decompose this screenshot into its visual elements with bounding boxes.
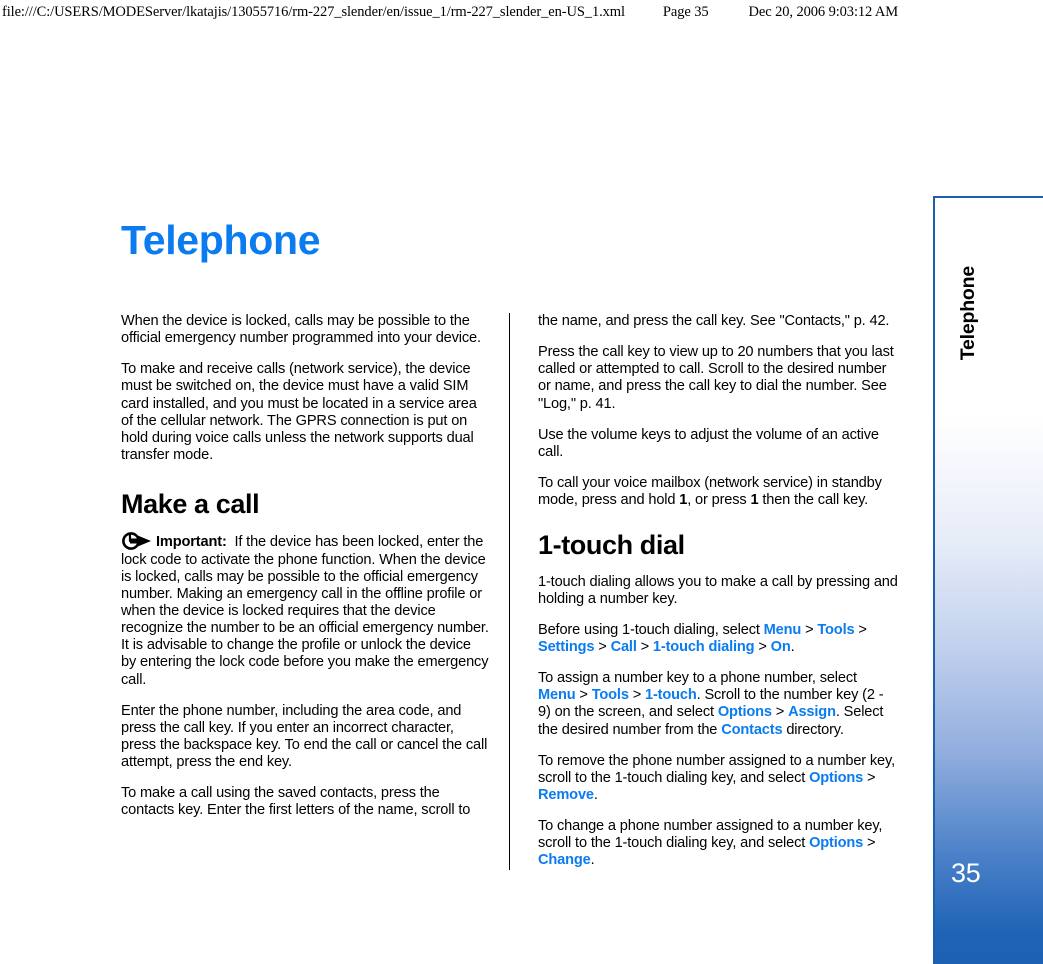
chapter-tab-sidebar: Telephone 35 (933, 196, 1043, 964)
path-separator: > (854, 621, 867, 638)
ui-term-menu: Menu (763, 621, 802, 638)
page-number: 35 (951, 858, 981, 888)
document-page: Telephone When the device is locked, cal… (0, 24, 1043, 964)
before-using-text: Before using 1-touch dialing, select (538, 621, 764, 638)
paragraph-recent-numbers: Press the call key to view up to 20 numb… (538, 344, 894, 412)
ui-term-options: Options (809, 769, 864, 786)
ui-term-assign: Assign (788, 704, 836, 721)
important-body-text: If the device has been locked, enter the… (121, 534, 489, 688)
voice-mailbox-text-c: then the call key. (758, 492, 869, 509)
important-arrow-icon (121, 532, 155, 551)
path-separator: > (771, 704, 789, 721)
print-header-page: Page 35 (662, 3, 709, 20)
paragraph-make-receive-calls: To make and receive calls (network servi… (121, 361, 477, 463)
paragraph-voice-mailbox: To call your voice mailbox (network serv… (538, 475, 898, 509)
two-column-layout: When the device is locked, calls may be … (121, 313, 921, 870)
path-separator: > (754, 639, 771, 656)
page-title: Telephone (121, 217, 321, 263)
ui-term-menu: Menu (538, 687, 576, 704)
ui-term-call: Call (610, 639, 637, 656)
ui-term-1-touch-dialing: 1-touch dialing (652, 639, 755, 656)
voice-mailbox-text-b: , or press (687, 492, 751, 509)
path-separator: > (863, 835, 876, 852)
path-separator: > (863, 769, 876, 786)
path-separator: > (594, 639, 611, 656)
ui-term-options: Options (717, 704, 772, 721)
paragraph-locked-emergency: When the device is locked, calls may be … (121, 313, 481, 347)
print-header-bar: file:///C:/USERS/MODEServer/lkatajis/130… (0, 0, 1043, 24)
left-column: When the device is locked, calls may be … (121, 313, 509, 870)
path-separator: > (575, 687, 592, 704)
ui-term-on: On (770, 639, 791, 656)
menu-path-assign-2: Options > Assign (718, 704, 836, 720)
paragraph-remove-number: To remove the phone number assigned to a… (538, 753, 898, 804)
remove-period: . (593, 787, 598, 804)
ui-term-contacts: Contacts (721, 721, 783, 738)
paragraph-before-using-1touch: Before using 1-touch dialing, select Men… (538, 622, 898, 656)
page-content: Telephone When the device is locked, cal… (121, 220, 921, 870)
right-column: the name, and press the call key. See "C… (510, 313, 898, 870)
before-using-period: . (790, 639, 795, 656)
sidebar-chapter-label: Telephone (957, 266, 979, 361)
paragraph-saved-contacts: To make a call using the saved contacts,… (121, 785, 471, 819)
path-separator: > (628, 687, 645, 704)
ui-term-tools: Tools (817, 621, 855, 638)
ui-term-change: Change (538, 852, 591, 869)
paragraph-1touch-intro: 1-touch dialing allows you to make a cal… (538, 573, 898, 607)
ui-term-remove: Remove (538, 787, 594, 804)
ui-term-1-touch: 1-touch (644, 687, 697, 704)
heading-make-a-call: Make a call (121, 489, 260, 520)
path-separator: > (801, 621, 818, 638)
assign-text-d: directory. (782, 721, 844, 738)
important-label: Important: (156, 534, 227, 551)
path-separator: > (636, 639, 653, 656)
ui-term-settings: Settings (538, 639, 595, 656)
paragraph-important-note: Important: If the device has been locked… (121, 532, 489, 688)
print-header-timestamp: Dec 20, 2006 9:03:12 AM (748, 3, 899, 20)
paragraph-assign-number-key: To assign a number key to a phone number… (538, 670, 898, 739)
ui-term-tools: Tools (591, 687, 629, 704)
print-header-url: file:///C:/USERS/MODEServer/lkatajis/130… (2, 3, 625, 20)
paragraph-change-number: To change a phone number assigned to a n… (538, 818, 898, 869)
assign-text-a: To assign a number key to a phone number… (538, 670, 857, 687)
paragraph-enter-phone-number: Enter the phone number, including the ar… (121, 702, 488, 771)
change-period: . (590, 852, 595, 869)
heading-1-touch-dial: 1-touch dial (538, 530, 685, 561)
ui-term-options: Options (809, 835, 864, 852)
paragraph-contacts-continued: the name, and press the call key. See "C… (538, 313, 890, 329)
menu-path-assign-1: Menu > Tools > 1-touch (538, 687, 697, 703)
paragraph-volume-keys: Use the volume keys to adjust the volume… (538, 426, 879, 460)
